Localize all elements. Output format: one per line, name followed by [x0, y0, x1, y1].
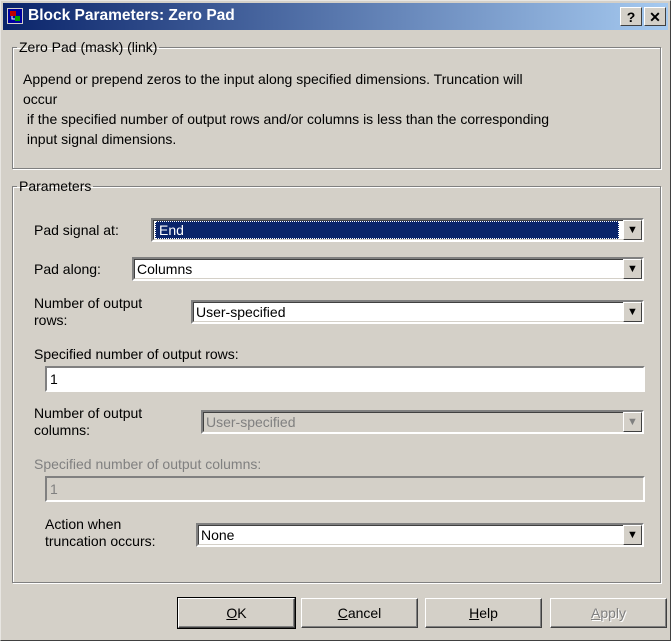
- mnemonic: O: [226, 605, 238, 621]
- parameters-group-title: Parameters: [19, 178, 92, 194]
- description-line: occur: [23, 91, 58, 107]
- num-output-cols-value: User-specified: [206, 414, 296, 430]
- num-output-rows-select[interactable]: User-specified ▼: [191, 300, 644, 324]
- pad-signal-at-value: End: [155, 221, 619, 239]
- description-line: input signal dimensions.: [23, 131, 177, 147]
- button-label: K: [237, 605, 247, 621]
- ok-button[interactable]: OK: [177, 597, 296, 629]
- help-button[interactable]: Help: [425, 598, 542, 628]
- num-output-rows-label: Number of output rows:: [34, 295, 142, 329]
- specified-cols-label: Specified number of output columns:: [34, 456, 262, 472]
- mnemonic: C: [337, 605, 348, 621]
- pad-along-select[interactable]: Columns ▼: [132, 257, 644, 281]
- description-line: if the specified number of output rows a…: [23, 111, 550, 127]
- pad-along-label: Pad along:: [34, 261, 101, 277]
- cancel-button[interactable]: Cancel: [301, 598, 418, 628]
- pad-signal-at-label: Pad signal at:: [34, 222, 119, 238]
- button-label: elp: [479, 605, 498, 621]
- action-truncation-label: Action when truncation occurs:: [45, 516, 156, 550]
- title-bar[interactable]: Block Parameters: Zero Pad ? ✕: [3, 3, 668, 30]
- num-output-cols-label: Number of output columns:: [34, 405, 142, 439]
- label-line: Number of output: [34, 405, 143, 421]
- label-line: columns:: [34, 422, 91, 438]
- description-group-title: Zero Pad (mask) (link): [19, 39, 158, 55]
- label-line: Action when: [45, 516, 122, 532]
- description-group: Zero Pad (mask) (link) Append or prepend…: [12, 39, 661, 169]
- mnemonic: H: [469, 605, 480, 621]
- chevron-down-icon[interactable]: ▼: [623, 259, 642, 279]
- simulink-block-icon: [7, 8, 23, 24]
- label-line: rows:: [34, 312, 68, 328]
- action-truncation-select[interactable]: None ▼: [196, 523, 644, 547]
- label-line: truncation occurs:: [45, 533, 156, 549]
- chevron-down-icon[interactable]: ▼: [623, 525, 642, 545]
- mnemonic: A: [590, 605, 601, 621]
- chevron-down-icon[interactable]: ▼: [623, 302, 642, 322]
- apply-button: Apply: [550, 598, 667, 628]
- num-output-cols-select: User-specified ▼: [201, 410, 644, 434]
- chevron-down-icon: ▼: [623, 412, 642, 432]
- help-title-button[interactable]: ?: [620, 7, 642, 26]
- button-label: ancel: [347, 605, 382, 621]
- dialog-window: Block Parameters: Zero Pad ? ✕ Zero Pad …: [0, 0, 671, 641]
- label-line: Number of output: [34, 295, 143, 311]
- specified-rows-label: Specified number of output rows:: [34, 346, 239, 362]
- window-title: Block Parameters: Zero Pad: [28, 7, 235, 24]
- button-label: pply: [600, 605, 627, 621]
- pad-signal-at-select[interactable]: End ▼: [151, 218, 644, 242]
- chevron-down-icon[interactable]: ▼: [623, 220, 642, 240]
- action-truncation-value: None: [201, 527, 235, 543]
- close-button[interactable]: ✕: [644, 7, 666, 26]
- specified-cols-input: 1: [45, 476, 645, 502]
- specified-cols-value: 1: [50, 481, 58, 497]
- specified-rows-value: 1: [50, 371, 58, 387]
- num-output-rows-value: User-specified: [196, 304, 286, 320]
- description-line: Append or prepend zeros to the input alo…: [23, 71, 523, 87]
- specified-rows-input[interactable]: 1: [45, 366, 645, 392]
- pad-along-value: Columns: [137, 261, 193, 277]
- description-text: Append or prepend zeros to the input alo…: [23, 69, 663, 149]
